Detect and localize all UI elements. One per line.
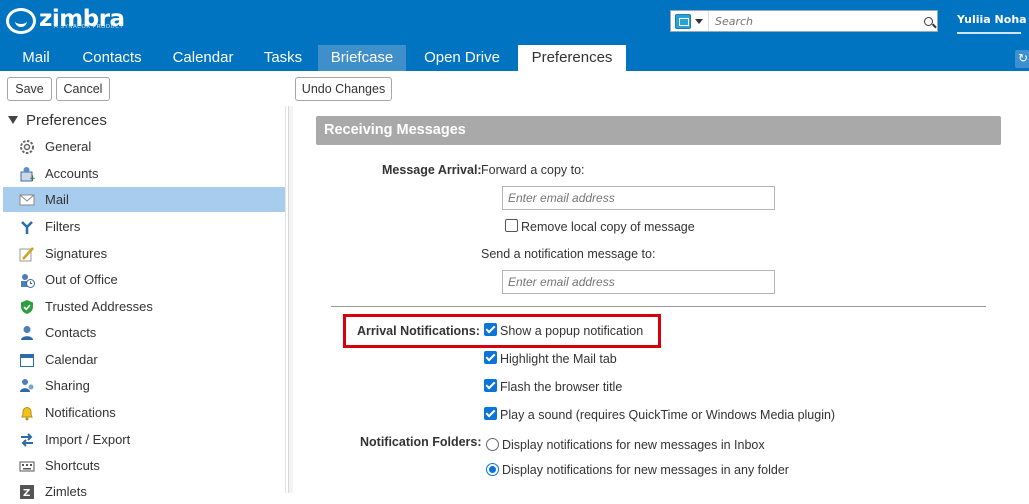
- notification-folders-label: Notification Folders:: [360, 435, 482, 449]
- refresh-icon[interactable]: ↻: [1015, 50, 1029, 68]
- message-arrival-label: Message Arrival:: [382, 163, 482, 177]
- search-input[interactable]: [709, 12, 919, 30]
- sidebar-item-contacts[interactable]: Contacts: [3, 320, 285, 345]
- sidebar-item-label: Out of Office: [45, 272, 118, 287]
- sidebar-resize-handle[interactable]: [289, 106, 293, 493]
- gear-icon: [19, 139, 35, 155]
- send-notification-label: Send a notification message to:: [481, 247, 656, 261]
- preferences-tree-title: Preferences: [26, 111, 107, 129]
- save-button[interactable]: Save: [7, 77, 52, 101]
- remove-local-copy-checkbox[interactable]: [505, 219, 518, 232]
- search-type-dropdown[interactable]: [671, 11, 709, 31]
- folders-any-radio[interactable]: [486, 463, 499, 476]
- sidebar-item-label: Filters: [45, 219, 81, 234]
- sidebar-item-out-of-office[interactable]: Out of Office: [3, 267, 285, 292]
- sidebar-divider: [285, 106, 286, 493]
- shield-icon: [19, 299, 35, 315]
- search-box: [670, 10, 938, 32]
- zimbra-logo-icon: [6, 8, 36, 34]
- cancel-button[interactable]: Cancel: [56, 77, 110, 101]
- sidebar-item-mail[interactable]: Mail: [3, 187, 285, 212]
- signature-icon: [19, 246, 35, 262]
- highlight-mail-tab-checkbox[interactable]: [484, 351, 497, 364]
- sidebar-item-calendar[interactable]: Calendar: [3, 347, 285, 372]
- popup-notification-checkbox[interactable]: [484, 323, 497, 336]
- sidebar-item-label: General: [45, 139, 92, 154]
- tab-mail[interactable]: Mail: [8, 45, 64, 71]
- sidebar-item-filters[interactable]: Filters: [3, 214, 285, 239]
- tab-briefcase[interactable]: Briefcase: [318, 45, 406, 71]
- envelope-icon: [19, 192, 35, 208]
- user-underline: [957, 32, 1021, 34]
- chevron-down-icon: [695, 18, 703, 24]
- notification-email-field[interactable]: [502, 270, 775, 294]
- sidebar-item-shortcuts[interactable]: Shortcuts: [3, 453, 285, 478]
- sidebar-item-sharing[interactable]: Sharing: [3, 373, 285, 398]
- section-divider: [331, 306, 986, 307]
- flash-browser-title-checkbox[interactable]: [484, 379, 497, 392]
- sidebar-item-label: Contacts: [45, 325, 97, 340]
- search-button[interactable]: [919, 12, 937, 30]
- tab-preferences[interactable]: Preferences: [518, 45, 626, 71]
- filter-icon: [19, 219, 35, 235]
- keyboard-icon: [19, 458, 35, 474]
- tab-calendar[interactable]: Calendar: [160, 45, 246, 71]
- svg-text:Z: Z: [23, 488, 30, 499]
- calendar-icon: [19, 352, 35, 368]
- section-header-receiving-messages: Receiving Messages: [316, 116, 1001, 145]
- preferences-tree-header[interactable]: Preferences: [8, 111, 107, 129]
- logo-subtitle: A SYNACOR PRODUCT: [54, 24, 124, 30]
- svg-text:+: +: [29, 174, 35, 182]
- sidebar-item-label: Accounts: [45, 166, 99, 181]
- flash-browser-title-label: Flash the browser title: [500, 380, 623, 394]
- sidebar-item-label: Mail: [45, 192, 69, 207]
- sidebar-item-general[interactable]: General: [3, 134, 285, 159]
- contact-icon: [19, 325, 35, 341]
- play-sound-checkbox[interactable]: [484, 407, 497, 420]
- search-icon: [923, 16, 933, 26]
- app-tab-bar: Mail Contacts Calendar Tasks Briefcase O…: [0, 45, 1029, 71]
- highlight-mail-tab-label: Highlight the Mail tab: [500, 352, 617, 366]
- sidebar-item-label: Calendar: [45, 352, 98, 367]
- sidebar-item-accounts[interactable]: + Accounts: [3, 161, 285, 186]
- folders-inbox-radio[interactable]: [486, 438, 499, 451]
- sidebar-item-signatures[interactable]: Signatures: [3, 241, 285, 266]
- sidebar-item-label: Sharing: [45, 378, 90, 393]
- sidebar-item-label: Import / Export: [45, 432, 131, 447]
- import-export-icon: [19, 432, 35, 448]
- tab-contacts[interactable]: Contacts: [68, 45, 156, 71]
- folders-inbox-label: Display notifications for new messages i…: [502, 438, 765, 452]
- sidebar-item-notifications[interactable]: Notifications: [3, 400, 285, 425]
- sidebar-item-label: Trusted Addresses: [45, 299, 153, 314]
- popup-notification-label: Show a popup notification: [500, 324, 644, 338]
- zimbra-logo[interactable]: zimbra: [6, 8, 125, 38]
- sidebar-item-import-export[interactable]: Import / Export: [3, 427, 285, 452]
- sidebar-item-label: Zimlets: [45, 484, 87, 499]
- forward-copy-label: Forward a copy to:: [481, 163, 585, 177]
- sidebar-item-zimlets[interactable]: Z Zimlets: [3, 479, 285, 504]
- sidebar-item-label: Signatures: [45, 246, 108, 261]
- sharing-icon: [19, 378, 35, 394]
- sidebar-item-label: Notifications: [45, 405, 116, 420]
- arrival-notifications-label: Arrival Notifications:: [357, 324, 480, 338]
- tab-open-drive[interactable]: Open Drive: [410, 45, 514, 71]
- sidebar-item-label: Shortcuts: [45, 458, 100, 473]
- folders-any-label: Display notifications for new messages i…: [502, 463, 789, 477]
- undo-changes-button[interactable]: Undo Changes: [295, 77, 392, 101]
- forward-email-field[interactable]: [502, 186, 775, 210]
- play-sound-label: Play a sound (requires QuickTime or Wind…: [500, 408, 836, 422]
- toolbar: [0, 71, 1029, 106]
- remove-local-copy-label: Remove local copy of message: [521, 220, 695, 234]
- collapse-icon: [8, 116, 18, 124]
- user-name-menu[interactable]: Yuliia Noha: [957, 13, 1027, 26]
- tab-tasks[interactable]: Tasks: [252, 45, 314, 71]
- sidebar-item-trusted-addresses[interactable]: Trusted Addresses: [3, 294, 285, 319]
- accounts-icon: +: [19, 166, 37, 184]
- bell-icon: [19, 405, 35, 421]
- briefcase-icon: [675, 13, 691, 29]
- zimlet-icon: Z: [19, 484, 35, 500]
- top-bar: zimbra A SYNACOR PRODUCT Yuliia Noha: [0, 0, 1029, 45]
- out-of-office-icon: [19, 272, 35, 288]
